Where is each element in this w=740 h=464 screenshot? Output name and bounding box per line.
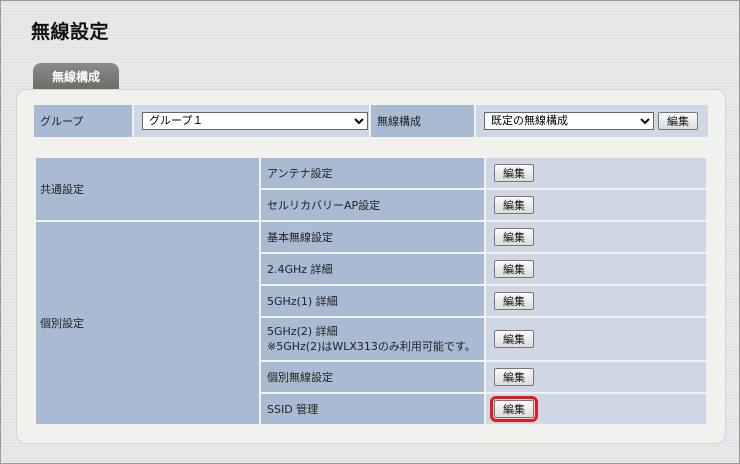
table-row: 共通設定 アンテナ設定 編集 xyxy=(34,156,708,222)
edit-cell: 編集 xyxy=(484,284,708,318)
page-title: 無線設定 xyxy=(31,21,110,43)
ssid-edit-button[interactable]: 編集 xyxy=(490,396,538,422)
item-5ghz2-note: ※5GHz(2)はWLX313のみ利用可能です。 xyxy=(267,340,476,353)
5ghz1-edit-button[interactable]: 編集 xyxy=(494,292,534,310)
item-24ghz: 2.4GHz 詳細 xyxy=(259,252,486,286)
edit-cell: 編集 xyxy=(484,156,708,190)
config-label: 無線構成 xyxy=(371,105,476,137)
edit-cell: 編集 xyxy=(484,252,708,286)
item-ssid: SSID 管理 xyxy=(259,392,486,426)
individual-wireless-edit-button[interactable]: 編集 xyxy=(494,368,534,386)
item-5ghz1: 5GHz(1) 詳細 xyxy=(259,284,486,318)
settings-table: 共通設定 アンテナ設定 編集 セルリカバリーAP設定 編集 個別設定 基本無線設… xyxy=(34,156,708,426)
item-5ghz2: 5GHz(2) 詳細 ※5GHz(2)はWLX313のみ利用可能です。 xyxy=(259,316,486,362)
group-label: グループ xyxy=(34,105,134,137)
config-panel: グループ グループ１ 無線構成 既定の無線構成 編集 共通設定 アンテナ設定 編… xyxy=(16,89,726,444)
5ghz2-edit-button[interactable]: 編集 xyxy=(494,330,534,348)
item-basic-wireless: 基本無線設定 xyxy=(259,220,486,254)
basic-wireless-edit-button[interactable]: 編集 xyxy=(494,228,534,246)
edit-cell: 編集 xyxy=(484,360,708,394)
item-individual-wireless: 個別無線設定 xyxy=(259,360,486,394)
category-individual: 個別設定 xyxy=(34,220,261,426)
antenna-edit-button[interactable]: 編集 xyxy=(494,164,534,182)
edit-cell: 編集 xyxy=(484,316,708,362)
category-common: 共通設定 xyxy=(34,156,261,222)
config-cell: 既定の無線構成 編集 xyxy=(476,105,708,137)
group-select[interactable]: グループ１ xyxy=(142,112,368,130)
edit-cell: 編集 xyxy=(484,392,708,426)
edit-cell: 編集 xyxy=(484,188,708,222)
tab-wireless-config[interactable]: 無線構成 xyxy=(33,63,119,90)
config-select[interactable]: 既定の無線構成 xyxy=(484,112,654,130)
24ghz-edit-button[interactable]: 編集 xyxy=(494,260,534,278)
item-antenna: アンテナ設定 xyxy=(259,156,486,190)
top-row: グループ グループ１ 無線構成 既定の無線構成 編集 xyxy=(34,105,708,137)
config-edit-button[interactable]: 編集 xyxy=(658,112,698,130)
cell-recovery-edit-button[interactable]: 編集 xyxy=(494,196,534,214)
edit-cell: 編集 xyxy=(484,220,708,254)
item-cell-recovery: セルリカバリーAP設定 xyxy=(259,188,486,222)
item-5ghz2-label: 5GHz(2) 詳細 xyxy=(267,325,338,338)
group-cell: グループ１ xyxy=(134,105,371,137)
table-row: 個別設定 基本無線設定 編集 xyxy=(34,220,708,426)
